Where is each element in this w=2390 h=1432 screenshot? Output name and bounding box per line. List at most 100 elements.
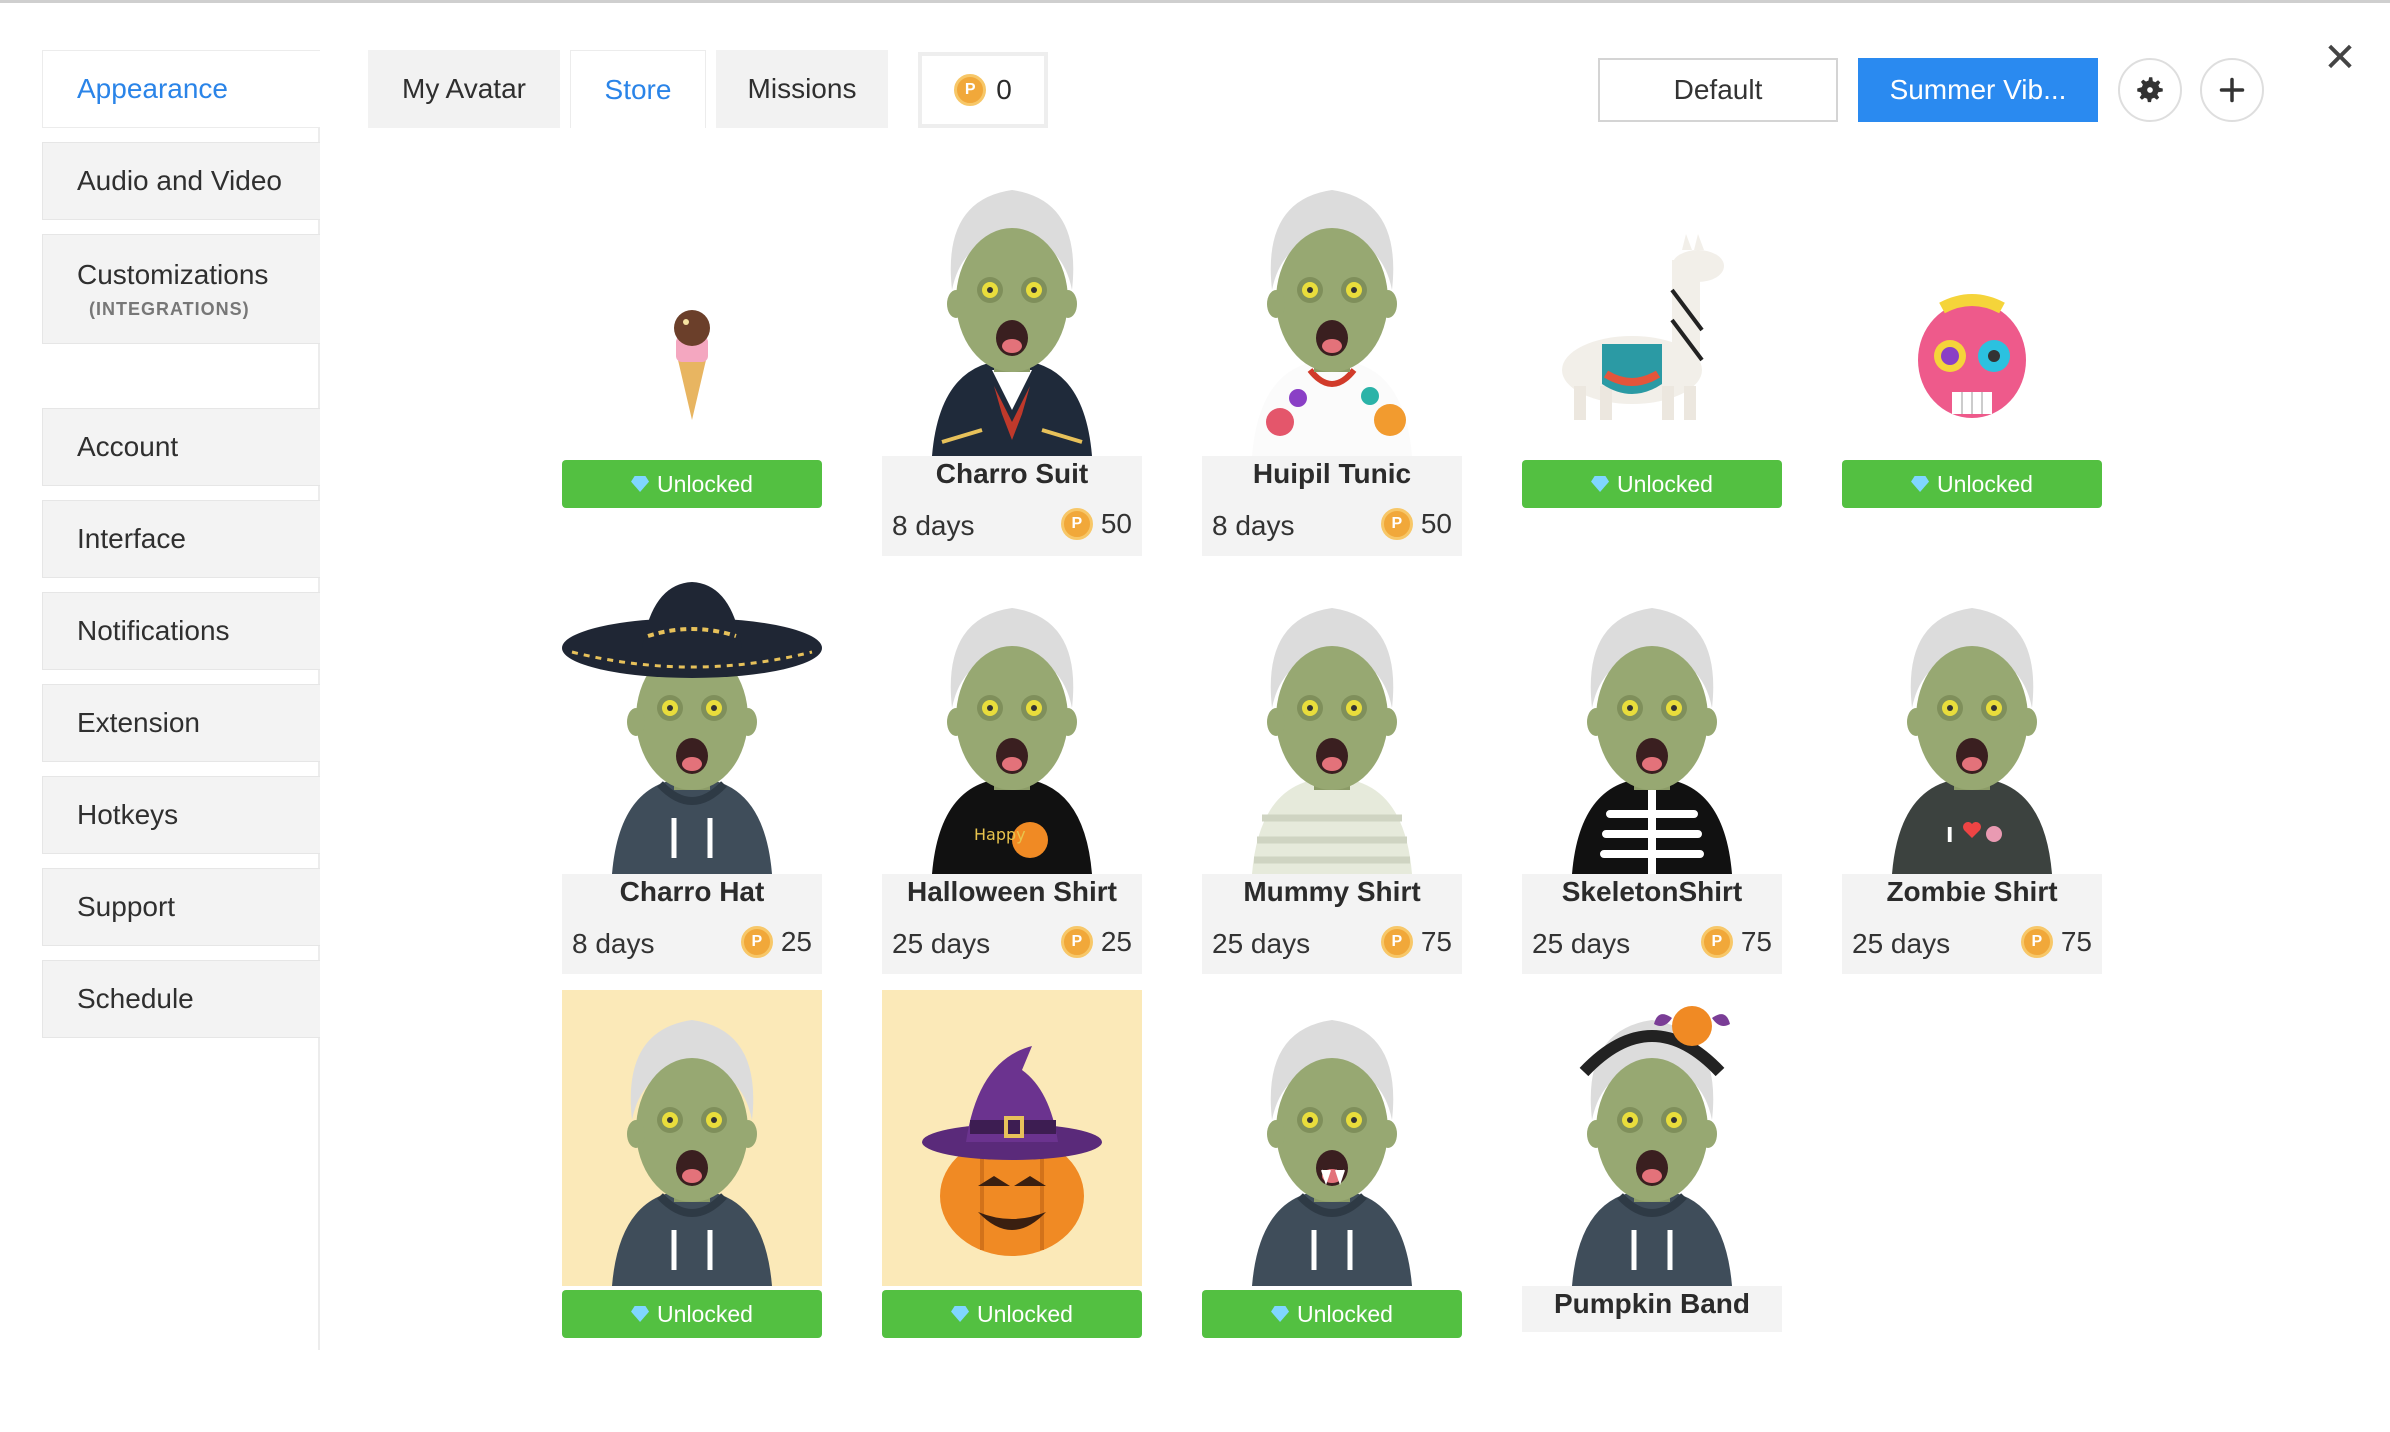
preset-summer-label: Summer Vib... [1889, 74, 2067, 105]
item-info: Halloween Shirt 25 days P 25 [882, 874, 1142, 974]
preset-default-label: Default [1673, 74, 1763, 105]
item-price: P 50 [1060, 508, 1132, 540]
sidebar-item-appearance[interactable]: Appearance [42, 50, 320, 128]
settings-sidebar: Appearance Audio and Video Customization… [42, 50, 320, 1350]
tab-my-avatar[interactable]: My Avatar [368, 50, 560, 128]
item-info: Zombie Shirt 25 days P 75 [1842, 874, 2102, 974]
sidebar-item-interface[interactable]: Interface [42, 500, 320, 578]
unlocked-badge[interactable]: Unlocked [1842, 460, 2102, 508]
unlocked-badge[interactable]: Unlocked [562, 1290, 822, 1338]
item-info: Pumpkin Band [1522, 1286, 1782, 1332]
item-price: P 50 [1380, 508, 1452, 540]
item-image [1202, 990, 1462, 1286]
gem-icon [1591, 476, 1610, 492]
sidebar-item-schedule[interactable]: Schedule [42, 960, 320, 1038]
item-name: Charro Hat [619, 876, 765, 907]
coin-icon: P [1060, 508, 1093, 540]
unlocked-label: Unlocked [1617, 470, 1713, 497]
sidebar-item-sublabel: (INTEGRATIONS) [89, 298, 250, 319]
store-item-card[interactable]: I Zombie Shirt 25 days P 75 [1842, 578, 2102, 974]
store-item-card[interactable]: Mummy Shirt 25 days P 75 [1202, 578, 1462, 974]
price-value: 75 [1740, 926, 1772, 957]
sidebar-item-support[interactable]: Support [42, 868, 320, 946]
item-duration: 25 days [1532, 928, 1631, 959]
settings-button[interactable] [2118, 58, 2182, 122]
sidebar-item-label: Account [77, 431, 179, 462]
unlocked-badge[interactable]: Unlocked [562, 460, 822, 508]
store-item-card[interactable]: Charro Suit 8 days P 50 [882, 160, 1142, 556]
sidebar-item-label: Hotkeys [77, 799, 179, 830]
item-price: P 25 [1060, 926, 1132, 958]
item-image [1842, 160, 2102, 456]
item-image [1202, 578, 1462, 874]
svg-text:Happy: Happy [974, 825, 1026, 844]
coin-count: 0 [996, 74, 1012, 105]
sidebar-item-audio-video[interactable]: Audio and Video [42, 142, 320, 220]
gear-icon [2137, 77, 2163, 103]
coin-balance: P 0 [918, 52, 1048, 128]
tab-store[interactable]: Store [570, 50, 706, 128]
coin-icon: P [954, 74, 987, 106]
sidebar-item-account[interactable]: Account [42, 408, 320, 486]
tab-label: Missions [747, 73, 857, 104]
item-image: Happy [882, 578, 1142, 874]
store-item-card[interactable]: Unlocked [562, 990, 822, 1386]
unlocked-badge[interactable]: Unlocked [1202, 1290, 1462, 1338]
coin-icon: P [2020, 926, 2053, 958]
tab-label: My Avatar [402, 73, 526, 104]
store-item-card[interactable]: Charro Hat 8 days P 25 [562, 578, 822, 974]
price-value: 25 [780, 926, 812, 957]
store-item-card[interactable]: Unlocked [562, 160, 822, 556]
item-image [1522, 990, 1782, 1286]
item-duration: 25 days [892, 928, 991, 959]
item-info: Huipil Tunic 8 days P 50 [1202, 456, 1462, 556]
sidebar-item-hotkeys[interactable]: Hotkeys [42, 776, 320, 854]
item-name: Halloween Shirt [906, 876, 1118, 907]
store-item-card[interactable]: Unlocked [1842, 160, 2102, 556]
sidebar-item-customizations[interactable]: Customizations (INTEGRATIONS) [42, 234, 320, 344]
item-image [1202, 160, 1462, 456]
unlocked-badge[interactable]: Unlocked [1522, 460, 1782, 508]
item-duration: 8 days [1212, 510, 1295, 541]
item-info: Mummy Shirt 25 days P 75 [1202, 874, 1462, 974]
store-item-card[interactable]: Pumpkin Band [1522, 990, 1782, 1386]
item-name: Pumpkin Band [1553, 1288, 1750, 1319]
gem-icon [1911, 476, 1930, 492]
store-item-card[interactable]: Unlocked [1202, 990, 1462, 1386]
item-info: Charro Suit 8 days P 50 [882, 456, 1142, 556]
tab-missions[interactable]: Missions [716, 50, 888, 128]
add-button[interactable] [2200, 58, 2264, 122]
item-name: Mummy Shirt [1243, 876, 1421, 907]
item-image [562, 990, 822, 1286]
item-image [882, 160, 1142, 456]
sidebar-item-extension[interactable]: Extension [42, 684, 320, 762]
item-image [562, 578, 822, 874]
sidebar-item-label: Schedule [77, 983, 194, 1014]
sidebar-item-label: Audio and Video [77, 165, 282, 196]
plus-icon [2219, 77, 2245, 103]
item-duration: 25 days [1852, 928, 1951, 959]
item-image: I [1842, 578, 2102, 874]
store-item-card[interactable]: Unlocked [882, 990, 1142, 1386]
preset-default-button[interactable]: Default [1598, 58, 1838, 122]
sidebar-item-notifications[interactable]: Notifications [42, 592, 320, 670]
store-item-card[interactable]: Huipil Tunic 8 days P 50 [1202, 160, 1462, 556]
unlocked-badge[interactable]: Unlocked [882, 1290, 1142, 1338]
price-value: 50 [1420, 508, 1452, 539]
preset-summer-button[interactable]: Summer Vib... [1858, 58, 2098, 122]
item-image [882, 990, 1142, 1286]
store-item-card[interactable]: Happy Halloween Shirt 25 days P 25 [882, 578, 1142, 974]
item-image [562, 160, 822, 456]
unlocked-label: Unlocked [1937, 470, 2033, 497]
store-item-card[interactable]: SkeletonShirt 25 days P 75 [1522, 578, 1782, 974]
sidebar-item-label: Appearance [77, 73, 229, 104]
store-item-card[interactable]: Unlocked [1522, 160, 1782, 556]
gem-icon [631, 1306, 650, 1322]
close-icon[interactable]: ✕ [2318, 36, 2362, 80]
sidebar-item-label: Customizations [77, 258, 269, 290]
window-top-border [0, 0, 2390, 3]
coin-icon: P [1380, 508, 1413, 540]
item-price: P 75 [2020, 926, 2092, 958]
unlocked-label: Unlocked [657, 470, 753, 497]
coin-icon: P [1380, 926, 1413, 958]
